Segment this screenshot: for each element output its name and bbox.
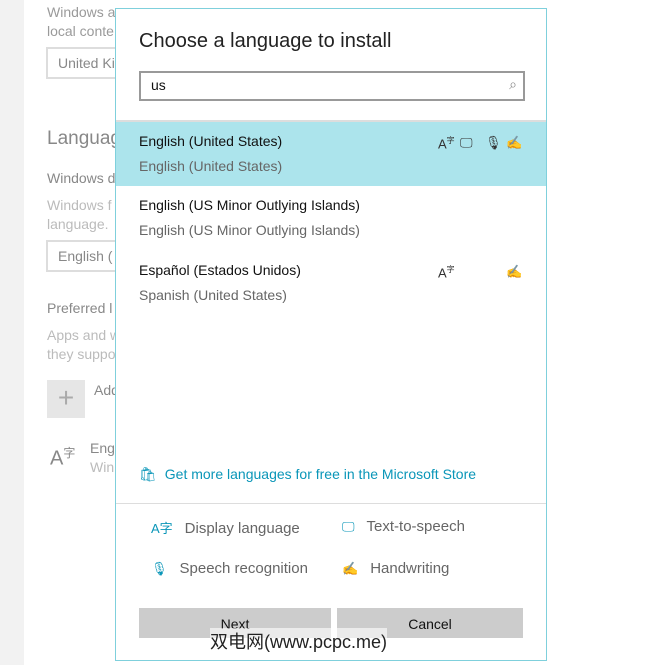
divider: [116, 503, 546, 504]
search-value: us: [151, 77, 166, 93]
handwriting-icon: ✍: [342, 561, 359, 576]
bg-text: Eng: [90, 440, 115, 456]
legend-display-language: A字 Display language: [151, 518, 300, 537]
bg-text: Windows a: [47, 4, 116, 20]
handwriting-icon: ✍: [506, 264, 523, 279]
language-subname: English (US Minor Outlying Islands): [139, 222, 360, 238]
display-language-icon: A字: [438, 265, 455, 281]
legend-handwriting: ✍ Handwriting: [342, 560, 449, 577]
bg-text: local conte: [47, 23, 114, 39]
handwriting-icon: ✍: [506, 135, 523, 150]
legend-label: Handwriting: [370, 560, 450, 577]
choose-language-dialog: Choose a language to install us ⌕ English…: [115, 8, 547, 661]
bg-text: language.: [47, 216, 109, 232]
legend-tts: 🖵 Text-to-speech: [342, 518, 465, 535]
bg-text: Windows d: [47, 170, 116, 186]
bg-text: Preferred l: [47, 300, 113, 316]
language-subname: English (United States): [139, 158, 283, 174]
language-item[interactable]: English (United States) English (United …: [116, 122, 546, 186]
search-icon[interactable]: ⌕: [509, 76, 517, 93]
display-language-icon: A字: [438, 136, 455, 152]
text-to-speech-icon: 🖵: [460, 135, 473, 150]
legend-label: Text-to-speech: [366, 518, 465, 535]
bg-text: Windows f: [47, 197, 112, 213]
legend-label: Speech recognition: [179, 560, 308, 577]
add-language-button[interactable]: +: [47, 380, 85, 418]
language-subname: Spanish (United States): [139, 287, 287, 303]
legend-speech: 🎙 Speech recognition: [151, 560, 308, 577]
language-item[interactable]: Español (Estados Unidos) Spanish (United…: [116, 251, 546, 315]
store-link-text: Get more languages for free in the Micro…: [164, 466, 477, 482]
bg-text: Apps and w: [47, 327, 121, 343]
language-name: Español (Estados Unidos): [139, 262, 301, 278]
store-icon: 🛍: [139, 466, 157, 482]
search-input[interactable]: us ⌕: [139, 71, 525, 101]
watermark: 双电网(www.pcpc.me): [210, 628, 388, 654]
left-strip: [0, 0, 24, 665]
language-name: English (US Minor Outlying Islands): [139, 197, 360, 213]
text-to-speech-icon: 🖵: [342, 519, 355, 534]
legend-label: Display language: [184, 520, 300, 537]
language-font-icon: A字: [50, 446, 76, 470]
dialog-title: Choose a language to install: [139, 30, 392, 52]
languages-heading: Languag: [47, 128, 121, 149]
speech-recognition-icon: 🎙: [151, 561, 168, 576]
display-language-icon: A字: [151, 521, 173, 536]
bg-text: Win: [90, 459, 115, 475]
speech-recognition-icon: 🎙: [485, 135, 502, 150]
bg-text: they suppo: [47, 346, 116, 362]
store-link[interactable]: 🛍 Get more languages for free in the Micr…: [139, 466, 476, 483]
language-item[interactable]: English (US Minor Outlying Islands) Engl…: [116, 186, 546, 250]
